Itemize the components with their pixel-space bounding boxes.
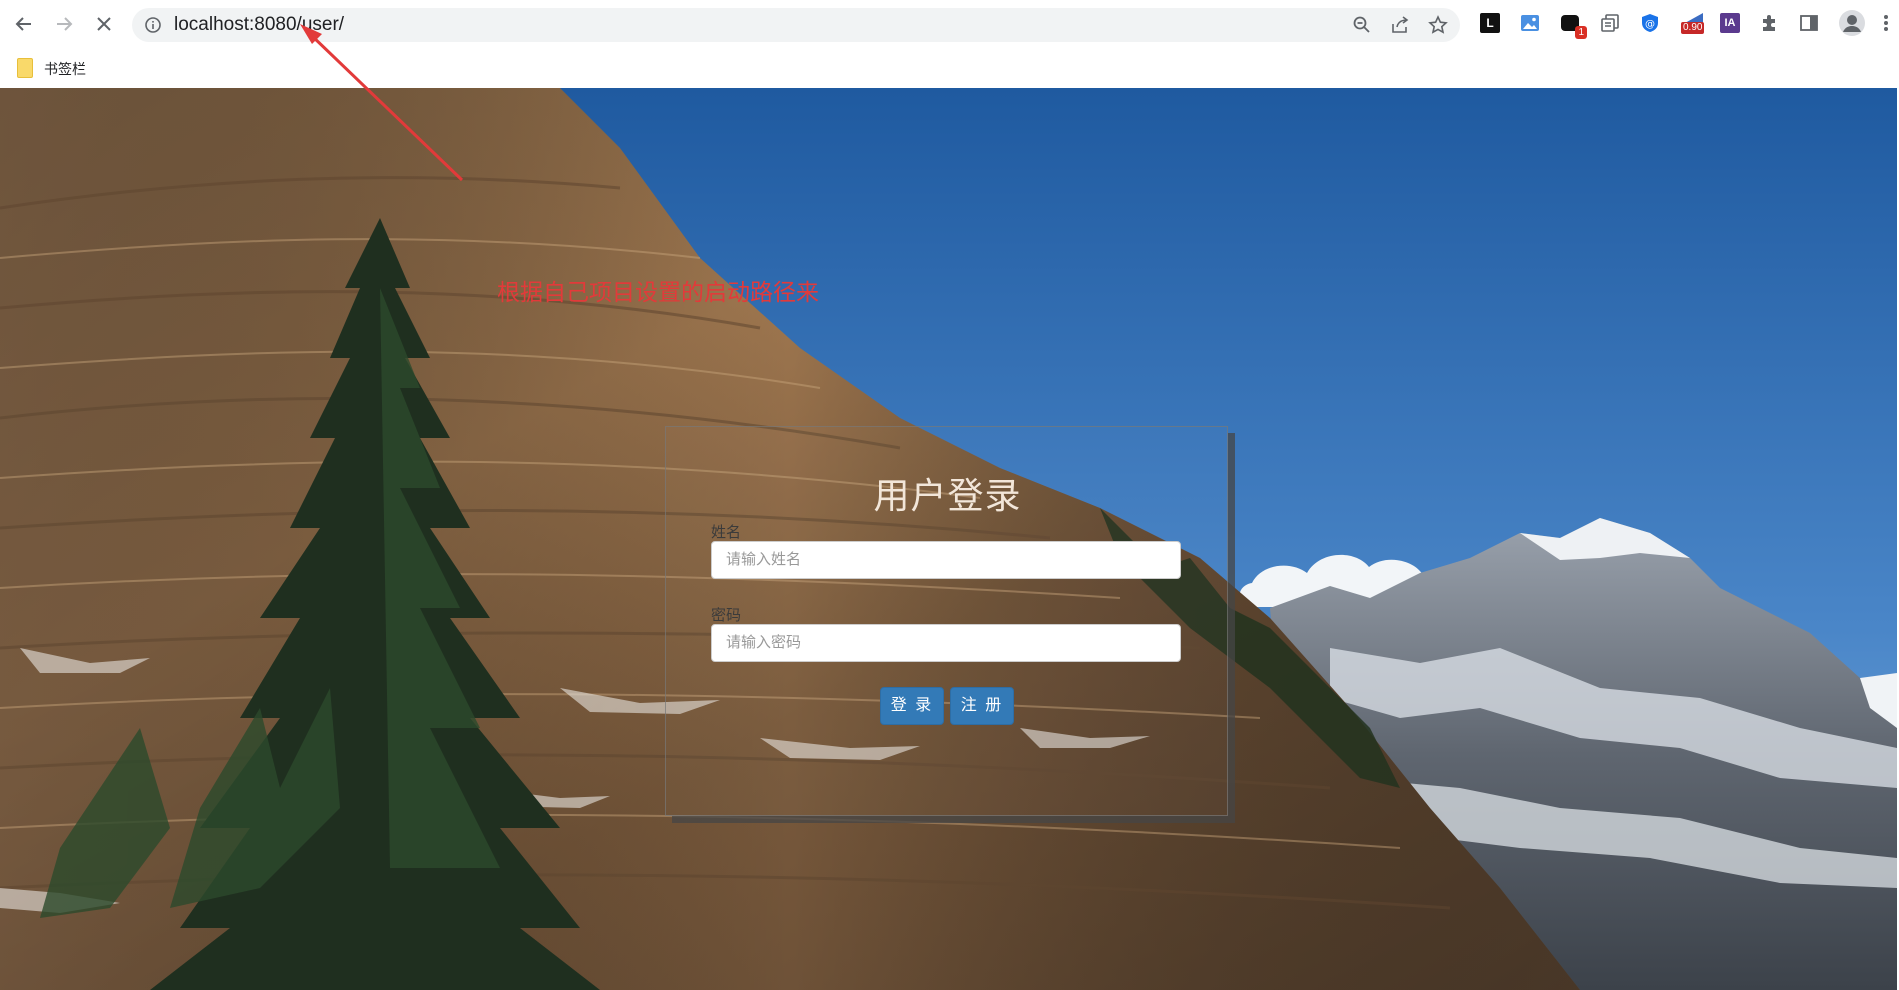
copy-extension-icon <box>1601 14 1619 32</box>
share-icon[interactable] <box>1390 15 1410 35</box>
extensions-puzzle-icon <box>1763 15 1775 31</box>
extension-reader[interactable]: L <box>1479 12 1501 34</box>
extension-mail[interactable]: @ <box>1639 12 1661 34</box>
username-placeholder: 请输入姓名 <box>726 551 802 568</box>
password-label: 密码 <box>711 607 742 624</box>
login-title: 用户登录 <box>873 475 1022 516</box>
username-input[interactable]: 请输入姓名 <box>711 541 1181 579</box>
profile-avatar-icon <box>1839 10 1865 36</box>
profile-button[interactable] <box>1838 9 1866 37</box>
login-button[interactable]: 登 录 <box>880 687 944 725</box>
browser-menu-button[interactable] <box>1880 12 1892 34</box>
zoom-icon[interactable] <box>1352 15 1372 35</box>
folder-icon <box>17 58 33 78</box>
side-panel-icon <box>1800 15 1818 31</box>
extensions-button[interactable] <box>1758 12 1780 34</box>
side-panel-button[interactable] <box>1798 12 1820 34</box>
stop-button[interactable] <box>89 9 119 39</box>
url-text[interactable]: localhost:8080/user/ <box>174 8 344 42</box>
notification-extension-icon: 1 <box>1561 15 1587 39</box>
stop-loading-icon <box>97 17 111 31</box>
register-button[interactable]: 注 册 <box>950 687 1014 725</box>
address-bar[interactable]: localhost:8080/user/ <box>132 8 1460 42</box>
ia-extension-icon: IA <box>1720 13 1740 33</box>
forward-button[interactable] <box>49 9 79 39</box>
extension-rating[interactable]: 0.90 <box>1679 12 1709 34</box>
rating-extension-icon: 0.90 <box>1681 12 1707 34</box>
kebab-menu-icon <box>1884 15 1888 31</box>
username-label: 姓名 <box>711 524 742 541</box>
bookmarks-folder-label[interactable]: 书签栏 <box>44 59 86 79</box>
back-arrow-icon <box>15 17 31 31</box>
back-button[interactable] <box>9 9 39 39</box>
forward-arrow-icon <box>57 17 73 31</box>
notification-badge: 1 <box>1575 26 1587 39</box>
bookmarks-bar: 书签栏 <box>0 48 1899 88</box>
extension-notify[interactable]: 1 <box>1559 12 1587 39</box>
reader-extension-icon: L <box>1480 13 1500 33</box>
shield-mail-icon: @ <box>1642 14 1658 32</box>
site-info-icon[interactable] <box>144 16 162 34</box>
extension-copy[interactable] <box>1599 12 1621 34</box>
image-extension-icon <box>1521 15 1539 31</box>
login-panel: 用户登录 姓名 请输入姓名 密码 请输入密码 登 录 注 册 <box>665 426 1228 816</box>
browser-toolbar: localhost:8080/user/ L 1 @ 0.90 IA <box>0 0 1899 48</box>
rating-badge: 0.90 <box>1681 22 1705 34</box>
password-input[interactable]: 请输入密码 <box>711 624 1181 662</box>
svg-text:@: @ <box>1645 19 1655 30</box>
password-placeholder: 请输入密码 <box>726 634 802 651</box>
star-icon[interactable] <box>1428 15 1448 35</box>
page-viewport: 根据自己项目设置的启动路径来 用户登录 姓名 请输入姓名 密码 请输入密码 登 … <box>0 88 1897 990</box>
extension-image[interactable] <box>1519 12 1541 34</box>
annotation-text: 根据自己项目设置的启动路径来 <box>497 279 819 305</box>
extension-ia[interactable]: IA <box>1719 12 1741 34</box>
